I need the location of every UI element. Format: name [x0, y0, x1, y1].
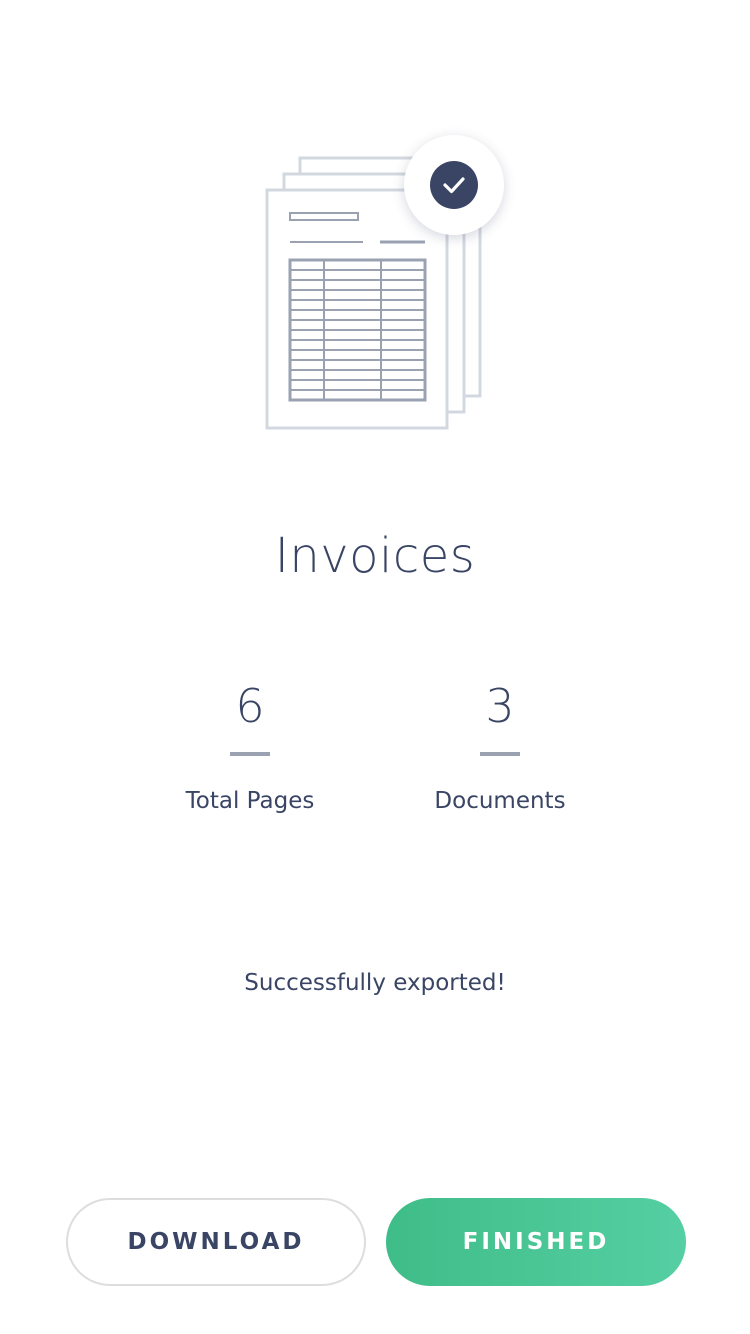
stat-value: 3 [485, 679, 515, 733]
stat-total-pages: 6 Total Pages [130, 676, 370, 816]
stat-divider [480, 752, 520, 756]
stat-label: Total Pages [185, 788, 315, 814]
invoice-stack-illustration [255, 130, 515, 440]
status-message: Successfully exported! [244, 970, 506, 996]
finished-button-label: FINISHED [462, 1229, 610, 1255]
checkmark-icon [443, 177, 465, 194]
stat-divider [230, 752, 270, 756]
stat-documents: 3 Documents [380, 676, 620, 816]
page-title: Invoices [274, 528, 476, 584]
stat-value: 6 [235, 679, 265, 733]
download-button-label: DOWNLOAD [127, 1229, 305, 1255]
invoice-table-icon [288, 258, 427, 402]
download-button[interactable]: DOWNLOAD [66, 1198, 366, 1286]
finished-button[interactable]: FINISHED [386, 1198, 686, 1286]
stat-label: Documents [434, 788, 566, 814]
checkmark-circle [430, 161, 478, 209]
success-badge [404, 135, 504, 235]
